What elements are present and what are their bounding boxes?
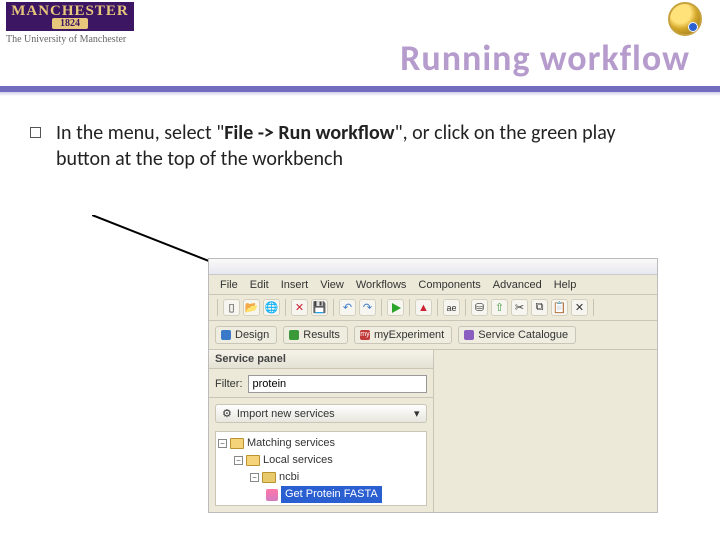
menu-components[interactable]: Components (413, 278, 485, 292)
perspective-bar: Design Results my myExperiment Service C… (209, 321, 657, 350)
folder-icon (262, 472, 276, 483)
perspective-myexperiment[interactable]: my myExperiment (354, 326, 452, 344)
service-catalogue-icon (464, 330, 474, 340)
chevron-down-icon: ▾ (414, 407, 420, 420)
slide-title: Running workflow (400, 36, 690, 80)
logo-subtitle: The University of Manchester (6, 31, 134, 45)
collapse-icon[interactable]: − (250, 473, 259, 482)
folder-icon (230, 438, 244, 449)
seal-icon (668, 2, 702, 36)
validate-icon[interactable]: ▲ (415, 299, 432, 316)
results-icon (289, 330, 299, 340)
filter-label: Filter: (215, 378, 243, 390)
collapse-icon[interactable]: − (218, 439, 227, 448)
myexperiment-icon: my (360, 330, 370, 340)
toolbar: ▯ 📂 🌐 ✕ 💾 ↶ ↷ ▲ ae ⛁ ⇧ ✂ ⧉ 📋 ✕ (209, 295, 657, 321)
service-panel: Service panel Filter: ⚙ Import new servi… (209, 350, 434, 512)
copy-icon[interactable]: ⧉ (531, 299, 548, 316)
cut-icon[interactable]: ✂ (511, 299, 528, 316)
delete-icon[interactable]: ✕ (571, 299, 588, 316)
manchester-logo: MANCHESTER 1824 The University of Manche… (6, 2, 134, 45)
bullet-marker (30, 127, 41, 138)
tree-node-matching[interactable]: − Matching services (218, 435, 424, 452)
tree-node-ncbi[interactable]: − ncbi (218, 469, 424, 486)
save-icon[interactable]: 💾 (311, 299, 328, 316)
menu-view[interactable]: View (315, 278, 349, 292)
menu-insert[interactable]: Insert (276, 278, 314, 292)
redo-icon[interactable]: ↷ (359, 299, 376, 316)
undo-icon[interactable]: ↶ (339, 299, 356, 316)
perspective-service-catalogue[interactable]: Service Catalogue (458, 326, 576, 344)
open-url-icon[interactable]: 🌐 (263, 299, 280, 316)
perspective-results[interactable]: Results (283, 326, 348, 344)
app-screenshot: File Edit Insert View Workflows Componen… (208, 258, 658, 513)
open-icon[interactable]: 📂 (243, 299, 260, 316)
ae-icon[interactable]: ae (443, 299, 460, 316)
tree-leaf-label: Get Protein FASTA (281, 486, 382, 503)
import-icon: ⚙ (222, 407, 232, 420)
bullet-text: In the menu, select "File -> Run workflo… (56, 120, 660, 173)
db-icon[interactable]: ⛁ (471, 299, 488, 316)
menu-edit[interactable]: Edit (245, 278, 274, 292)
upload-icon[interactable]: ⇧ (491, 299, 508, 316)
collapse-icon[interactable]: − (234, 456, 243, 465)
menubar: File Edit Insert View Workflows Componen… (209, 275, 657, 295)
menu-file[interactable]: File (215, 278, 243, 292)
tree-leaf-get-protein-fasta[interactable]: Get Protein FASTA (218, 486, 424, 503)
menu-workflows[interactable]: Workflows (351, 278, 412, 292)
new-icon[interactable]: ▯ (223, 299, 240, 316)
service-panel-title: Service panel (209, 350, 433, 369)
perspective-design[interactable]: Design (215, 326, 277, 344)
window-titlebar (209, 259, 657, 275)
service-icon (266, 489, 278, 501)
filter-input[interactable] (248, 375, 427, 393)
workbench-canvas (434, 350, 658, 512)
tree-node-local[interactable]: − Local services (218, 452, 424, 469)
run-workflow-play-icon[interactable] (387, 299, 404, 316)
service-tree: − Matching services − Local services − n… (215, 431, 427, 506)
design-icon (221, 330, 231, 340)
menu-help[interactable]: Help (549, 278, 582, 292)
menu-advanced[interactable]: Advanced (488, 278, 547, 292)
close-icon[interactable]: ✕ (291, 299, 308, 316)
folder-icon (246, 455, 260, 466)
paste-icon[interactable]: 📋 (551, 299, 568, 316)
import-services-button[interactable]: ⚙ Import new services ▾ (215, 404, 427, 423)
